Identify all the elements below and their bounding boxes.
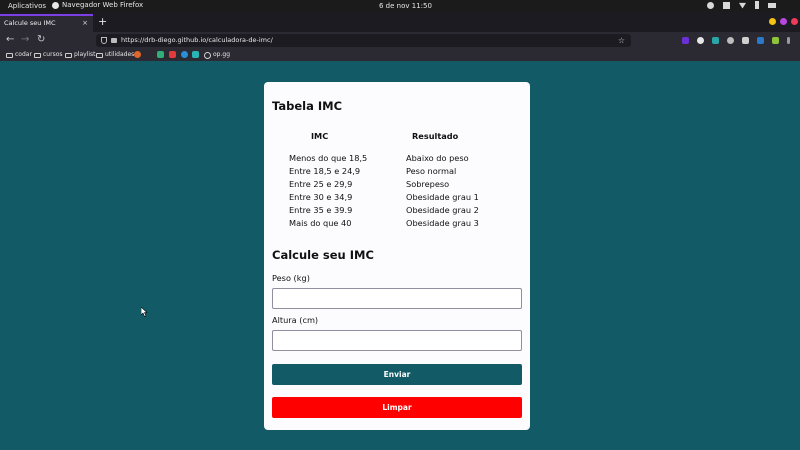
system-top-bar: Aplicativos Navegador Web Firefox 6 de n…	[0, 0, 800, 12]
extension-icon[interactable]	[772, 37, 779, 44]
folder-icon	[96, 52, 103, 58]
bookmark-label: op.gg	[213, 51, 231, 58]
system-tray	[707, 1, 776, 9]
table-header-result: Resultado	[412, 131, 459, 141]
bookmark-site[interactable]	[169, 51, 176, 58]
back-button[interactable]: ←	[6, 34, 14, 46]
bookmark-folder-cursos[interactable]: cursos	[34, 49, 63, 61]
table-cell-result: Sobrepeso	[406, 179, 450, 189]
table-cell-result: Obesidade grau 1	[406, 192, 479, 202]
extension-icon[interactable]	[712, 37, 719, 44]
site-favicon-icon	[169, 51, 176, 58]
bookmark-site[interactable]	[134, 51, 141, 58]
table-cell-result: Abaixo do peso	[406, 153, 469, 163]
system-clock[interactable]: 6 de nov 11:50	[379, 2, 432, 10]
bookmarks-toolbar: codar cursos playlist utilidades op.gg	[0, 49, 800, 61]
bookmark-folder-codar[interactable]: codar	[6, 49, 32, 61]
extension-icon[interactable]	[697, 37, 704, 44]
camera-icon[interactable]	[723, 1, 730, 9]
browser-nav-bar: ← → ↻ https://drb-diego.github.io/calcul…	[0, 32, 800, 49]
site-favicon-icon	[192, 51, 199, 58]
table-cell-result: Obesidade grau 2	[406, 205, 479, 215]
window-controls	[769, 18, 798, 25]
imc-calculator-card: Tabela IMC IMC Resultado Menos do que 18…	[264, 82, 530, 430]
folder-icon	[65, 52, 72, 58]
extension-icon[interactable]	[727, 37, 734, 44]
bookmark-site[interactable]	[157, 51, 164, 58]
active-app-label: Navegador Web Firefox	[62, 1, 144, 9]
table-cell-result: Peso normal	[406, 166, 457, 176]
minimize-window-button[interactable]	[769, 18, 776, 25]
height-input[interactable]	[272, 330, 522, 351]
bookmark-folder-utilidades[interactable]: utilidades	[96, 49, 134, 61]
bookmark-label: cursos	[43, 51, 63, 58]
site-favicon-icon	[181, 51, 188, 58]
table-cell-imc: Entre 30 e 34,9	[289, 192, 353, 202]
extension-icon[interactable]	[757, 37, 764, 44]
volume-icon[interactable]	[755, 1, 759, 9]
url-text[interactable]: https://drb-diego.github.io/calculadora-…	[121, 34, 273, 47]
close-tab-icon[interactable]: ×	[82, 16, 88, 31]
maximize-window-button[interactable]	[780, 18, 787, 25]
table-cell-imc: Mais do que 40	[289, 218, 352, 228]
table-header-imc: IMC	[311, 131, 329, 141]
mouse-cursor-icon	[141, 307, 148, 317]
extension-icon[interactable]	[682, 37, 689, 44]
active-app-indicator[interactable]: Navegador Web Firefox	[52, 1, 143, 9]
clear-button[interactable]: Limpar	[272, 397, 522, 418]
weight-label: Peso (kg)	[272, 273, 310, 283]
bookmark-site[interactable]	[181, 51, 188, 58]
bookmark-star-icon[interactable]: ☆	[618, 34, 625, 47]
extensions-area	[682, 37, 790, 44]
form-title: Calcule seu IMC	[272, 248, 374, 262]
firefox-icon	[52, 1, 59, 9]
table-cell-imc: Menos do que 18,5	[289, 153, 368, 163]
submit-button[interactable]: Enviar	[272, 364, 522, 385]
battery-icon[interactable]	[768, 2, 776, 8]
height-label: Altura (cm)	[272, 315, 319, 325]
folder-icon	[34, 52, 41, 58]
settings-icon[interactable]	[707, 1, 714, 9]
weight-input[interactable]	[272, 288, 522, 309]
tab-title: Calcule seu IMC	[4, 19, 56, 27]
bookmark-label: codar	[15, 51, 32, 58]
site-favicon-icon	[157, 51, 164, 58]
table-cell-result: Obesidade grau 3	[406, 218, 479, 228]
close-window-button[interactable]	[791, 18, 798, 25]
menu-icon[interactable]	[787, 37, 790, 44]
reload-button[interactable]: ↻	[37, 34, 45, 46]
table-cell-imc: Entre 35 e 39.9	[289, 205, 353, 215]
browser-tab-strip: Calcule seu IMC × +	[0, 12, 800, 32]
new-tab-button[interactable]: +	[98, 15, 107, 28]
table-cell-imc: Entre 18,5 e 24,9	[289, 166, 361, 176]
bookmark-folder-playlist[interactable]: playlist	[65, 49, 96, 61]
applications-menu[interactable]: Aplicativos	[8, 2, 46, 10]
address-bar[interactable]: https://drb-diego.github.io/calculadora-…	[96, 34, 631, 47]
bookmark-label: utilidades	[105, 51, 135, 58]
site-favicon-icon	[134, 51, 141, 58]
extension-icon[interactable]	[742, 37, 749, 44]
table-title: Tabela IMC	[272, 99, 343, 113]
bookmark-site[interactable]	[192, 51, 199, 58]
wifi-icon[interactable]	[739, 2, 746, 9]
folder-icon	[6, 52, 13, 58]
tracking-protection-icon[interactable]	[101, 37, 107, 44]
table-cell-imc: Entre 25 e 29,9	[289, 179, 353, 189]
globe-icon	[204, 51, 211, 59]
forward-button[interactable]: →	[21, 34, 29, 46]
bookmark-label: playlist	[74, 51, 96, 58]
bookmark-op-gg[interactable]: op.gg	[204, 49, 230, 61]
lock-icon[interactable]	[111, 38, 117, 43]
browser-tab[interactable]: Calcule seu IMC ×	[0, 14, 93, 32]
